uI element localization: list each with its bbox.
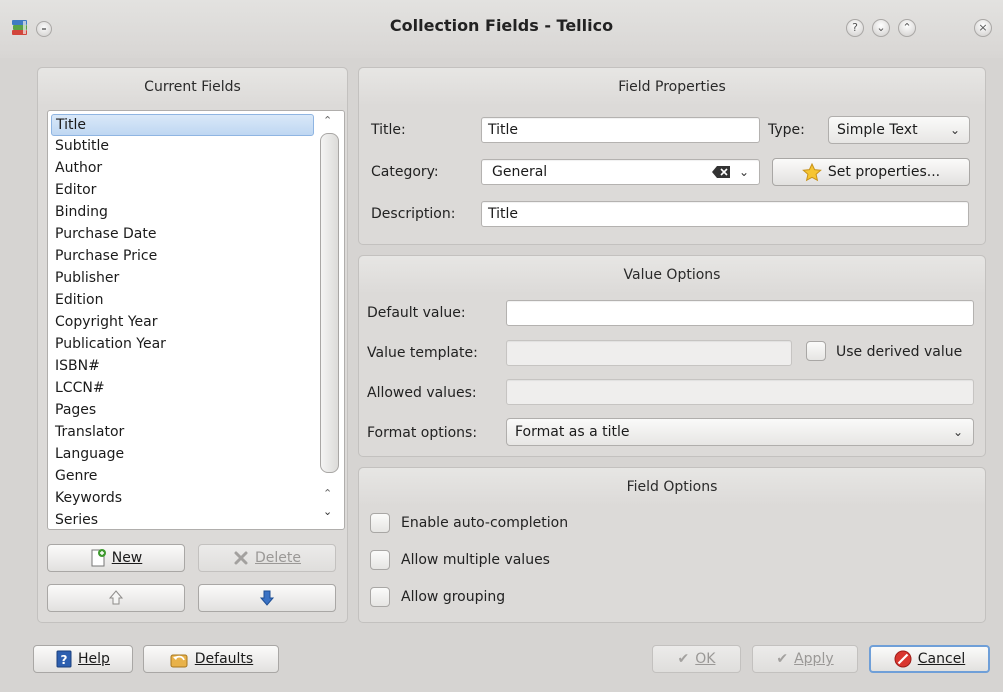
list-item[interactable]: Translator <box>51 421 314 443</box>
help-book-icon: ? <box>56 650 72 668</box>
format-options-label: Format options: <box>367 425 478 441</box>
title-label: Title: <box>371 122 406 138</box>
list-item[interactable]: Pages <box>51 399 314 421</box>
list-item[interactable]: Purchase Date <box>51 223 314 245</box>
type-select-value: Simple Text <box>837 122 918 138</box>
ok-button-label: OK <box>695 651 716 667</box>
list-item[interactable]: Publication Year <box>51 333 314 355</box>
delete-field-button[interactable]: Delete <box>198 544 336 572</box>
list-scrollbar[interactable]: ⌃ ⌃ ⌄ <box>315 111 344 529</box>
list-item[interactable]: Keywords <box>51 487 314 509</box>
value-options-header: Value Options <box>359 256 985 294</box>
new-document-icon <box>91 549 106 567</box>
type-select[interactable]: Simple Text ⌄ <box>828 116 970 144</box>
enable-autocompletion-label: Enable auto-completion <box>401 515 569 531</box>
format-options-value: Format as a title <box>515 424 630 440</box>
allowed-values-input[interactable] <box>506 379 974 405</box>
close-icon[interactable]: × <box>974 19 992 37</box>
list-item[interactable]: Editor <box>51 179 314 201</box>
scrollbar-thumb[interactable] <box>320 133 339 473</box>
maximize-icon[interactable]: ⌃ <box>898 19 916 37</box>
type-label: Type: <box>768 122 805 138</box>
title-bar: Collection Fields - Tellico ? ⌄ ⌃ × <box>0 0 1003 58</box>
delete-button-label: Delete <box>255 550 301 566</box>
move-up-button[interactable] <box>47 584 185 612</box>
list-item[interactable]: Title <box>51 114 314 136</box>
current-fields-header: Current Fields <box>38 68 347 106</box>
list-item[interactable]: Language <box>51 443 314 465</box>
svg-text:?: ? <box>61 653 68 667</box>
set-properties-button[interactable]: Set properties... <box>772 158 970 186</box>
cancel-button[interactable]: Cancel <box>869 645 990 673</box>
checkmark-icon: ✔ <box>677 651 690 667</box>
star-icon <box>801 162 822 181</box>
help-button[interactable]: ? Help <box>33 645 133 673</box>
title-input[interactable]: Title <box>481 117 760 143</box>
use-derived-checkbox[interactable] <box>806 341 826 361</box>
field-options-header: Field Options <box>359 468 985 506</box>
list-item[interactable]: LCCN# <box>51 377 314 399</box>
minimize-icon[interactable]: ⌄ <box>872 19 890 37</box>
default-value-input[interactable] <box>506 300 974 326</box>
help-button-label: Help <box>78 651 110 667</box>
list-item[interactable]: Publisher <box>51 267 314 289</box>
scroll-up-icon[interactable]: ⌃ <box>323 114 332 127</box>
arrow-up-icon <box>108 590 124 605</box>
defaults-button-label: Defaults <box>194 651 254 667</box>
defaults-button[interactable]: Defaults <box>143 645 279 673</box>
allowed-values-label: Allowed values: <box>367 385 477 401</box>
apply-button-label: Apply <box>794 651 834 667</box>
list-item[interactable]: Edition <box>51 289 314 311</box>
revert-icon <box>170 654 188 668</box>
category-value: General <box>492 164 548 180</box>
description-label: Description: <box>371 206 456 222</box>
move-down-button[interactable] <box>198 584 336 612</box>
value-template-input[interactable] <box>506 340 792 366</box>
enable-autocompletion-checkbox[interactable] <box>370 513 390 533</box>
fields-list[interactable]: Title Subtitle Author Editor Binding Pur… <box>47 110 345 530</box>
list-item[interactable]: Genre <box>51 465 314 487</box>
category-combo[interactable]: General ⌄ <box>481 159 760 185</box>
scroll-down-icon[interactable]: ⌄ <box>323 505 332 518</box>
help-icon[interactable]: ? <box>846 19 864 37</box>
set-properties-label: Set properties... <box>827 164 941 180</box>
new-field-button[interactable]: New <box>47 544 185 572</box>
list-item[interactable]: Author <box>51 157 314 179</box>
arrow-down-icon <box>259 590 275 606</box>
cancel-icon <box>894 650 912 668</box>
chevron-down-icon[interactable]: ⌄ <box>739 160 749 184</box>
allow-multiple-label: Allow multiple values <box>401 552 550 568</box>
list-item[interactable]: Purchase Price <box>51 245 314 267</box>
new-button-label: New <box>111 550 143 566</box>
allow-grouping-label: Allow grouping <box>401 589 506 605</box>
category-label: Category: <box>371 164 439 180</box>
chevron-down-icon: ⌄ <box>953 425 964 439</box>
chevron-down-icon: ⌄ <box>950 123 961 137</box>
description-input[interactable]: Title <box>481 201 969 227</box>
list-item[interactable]: Copyright Year <box>51 311 314 333</box>
checkmark-icon: ✔ <box>776 651 789 667</box>
scroll-up-icon[interactable]: ⌃ <box>323 487 332 500</box>
clear-text-icon[interactable] <box>712 166 730 178</box>
list-item[interactable]: ISBN# <box>51 355 314 377</box>
allow-grouping-checkbox[interactable] <box>370 587 390 607</box>
format-options-select[interactable]: Format as a title ⌄ <box>506 418 974 446</box>
ok-button[interactable]: ✔ OK <box>652 645 741 673</box>
delete-x-icon <box>234 551 248 565</box>
value-template-label: Value template: <box>367 345 478 361</box>
apply-button[interactable]: ✔ Apply <box>752 645 858 673</box>
list-item[interactable]: Binding <box>51 201 314 223</box>
default-value-label: Default value: <box>367 305 466 321</box>
cancel-button-label: Cancel <box>917 651 966 667</box>
allow-multiple-checkbox[interactable] <box>370 550 390 570</box>
use-derived-label: Use derived value <box>836 344 963 360</box>
list-item[interactable]: Series <box>51 509 314 529</box>
field-properties-header: Field Properties <box>359 68 985 106</box>
list-item[interactable]: Subtitle <box>51 135 314 157</box>
